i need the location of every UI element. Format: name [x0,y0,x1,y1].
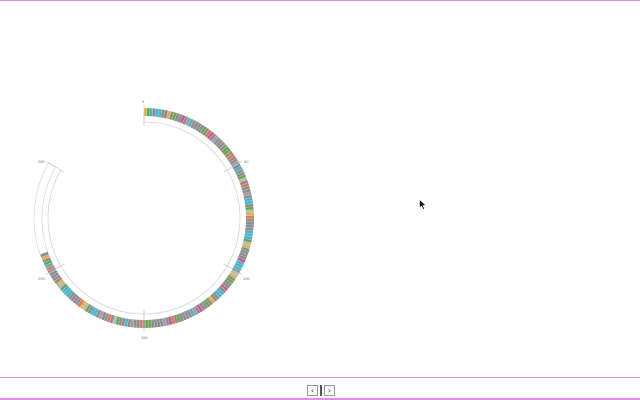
next-button[interactable]: › [324,385,335,396]
sequence-segment [148,319,152,328]
tick-label-150: 150 [141,335,148,340]
tick-label-200: 200 [38,276,45,281]
sequence-segment [245,215,254,219]
ruler-circle [47,121,241,315]
circular-sequence-map: 0 50 100 150 200 250 [33,99,254,340]
tick-label-100: 100 [243,276,250,281]
sequence-segment [151,319,155,328]
sequence-segment [145,319,149,328]
previous-button[interactable]: ‹ [307,385,318,396]
mouse-pointer-icon [419,199,427,210]
sequence-segment [133,319,137,328]
feature-ring [33,108,254,328]
empty-sequence-arc [33,162,57,255]
sequence-segment [245,221,254,225]
sequence-segment [245,206,254,211]
tick-label-250: 250 [38,159,45,164]
sequence-segment [144,108,147,117]
sequence-segment [245,209,254,213]
footer-bar: ‹ › [0,377,640,399]
sequence-segment [136,319,140,328]
sequence-segment [149,108,153,117]
pager-position-indicator [320,385,322,396]
sequence-segment [245,212,254,216]
sequence-segment [139,319,143,328]
sequence-segment [152,108,156,117]
sequence-segment [146,108,150,117]
map-canvas: 0 50 100 150 200 250 [0,1,640,377]
start-position-label: 0 [142,99,145,104]
sequence-segment [245,224,254,228]
pager: ‹ › [307,385,335,396]
tick-label-50: 50 [244,159,249,164]
tick-mark [45,161,65,173]
sequence-segment [245,218,254,222]
inner-ruler [47,121,241,315]
